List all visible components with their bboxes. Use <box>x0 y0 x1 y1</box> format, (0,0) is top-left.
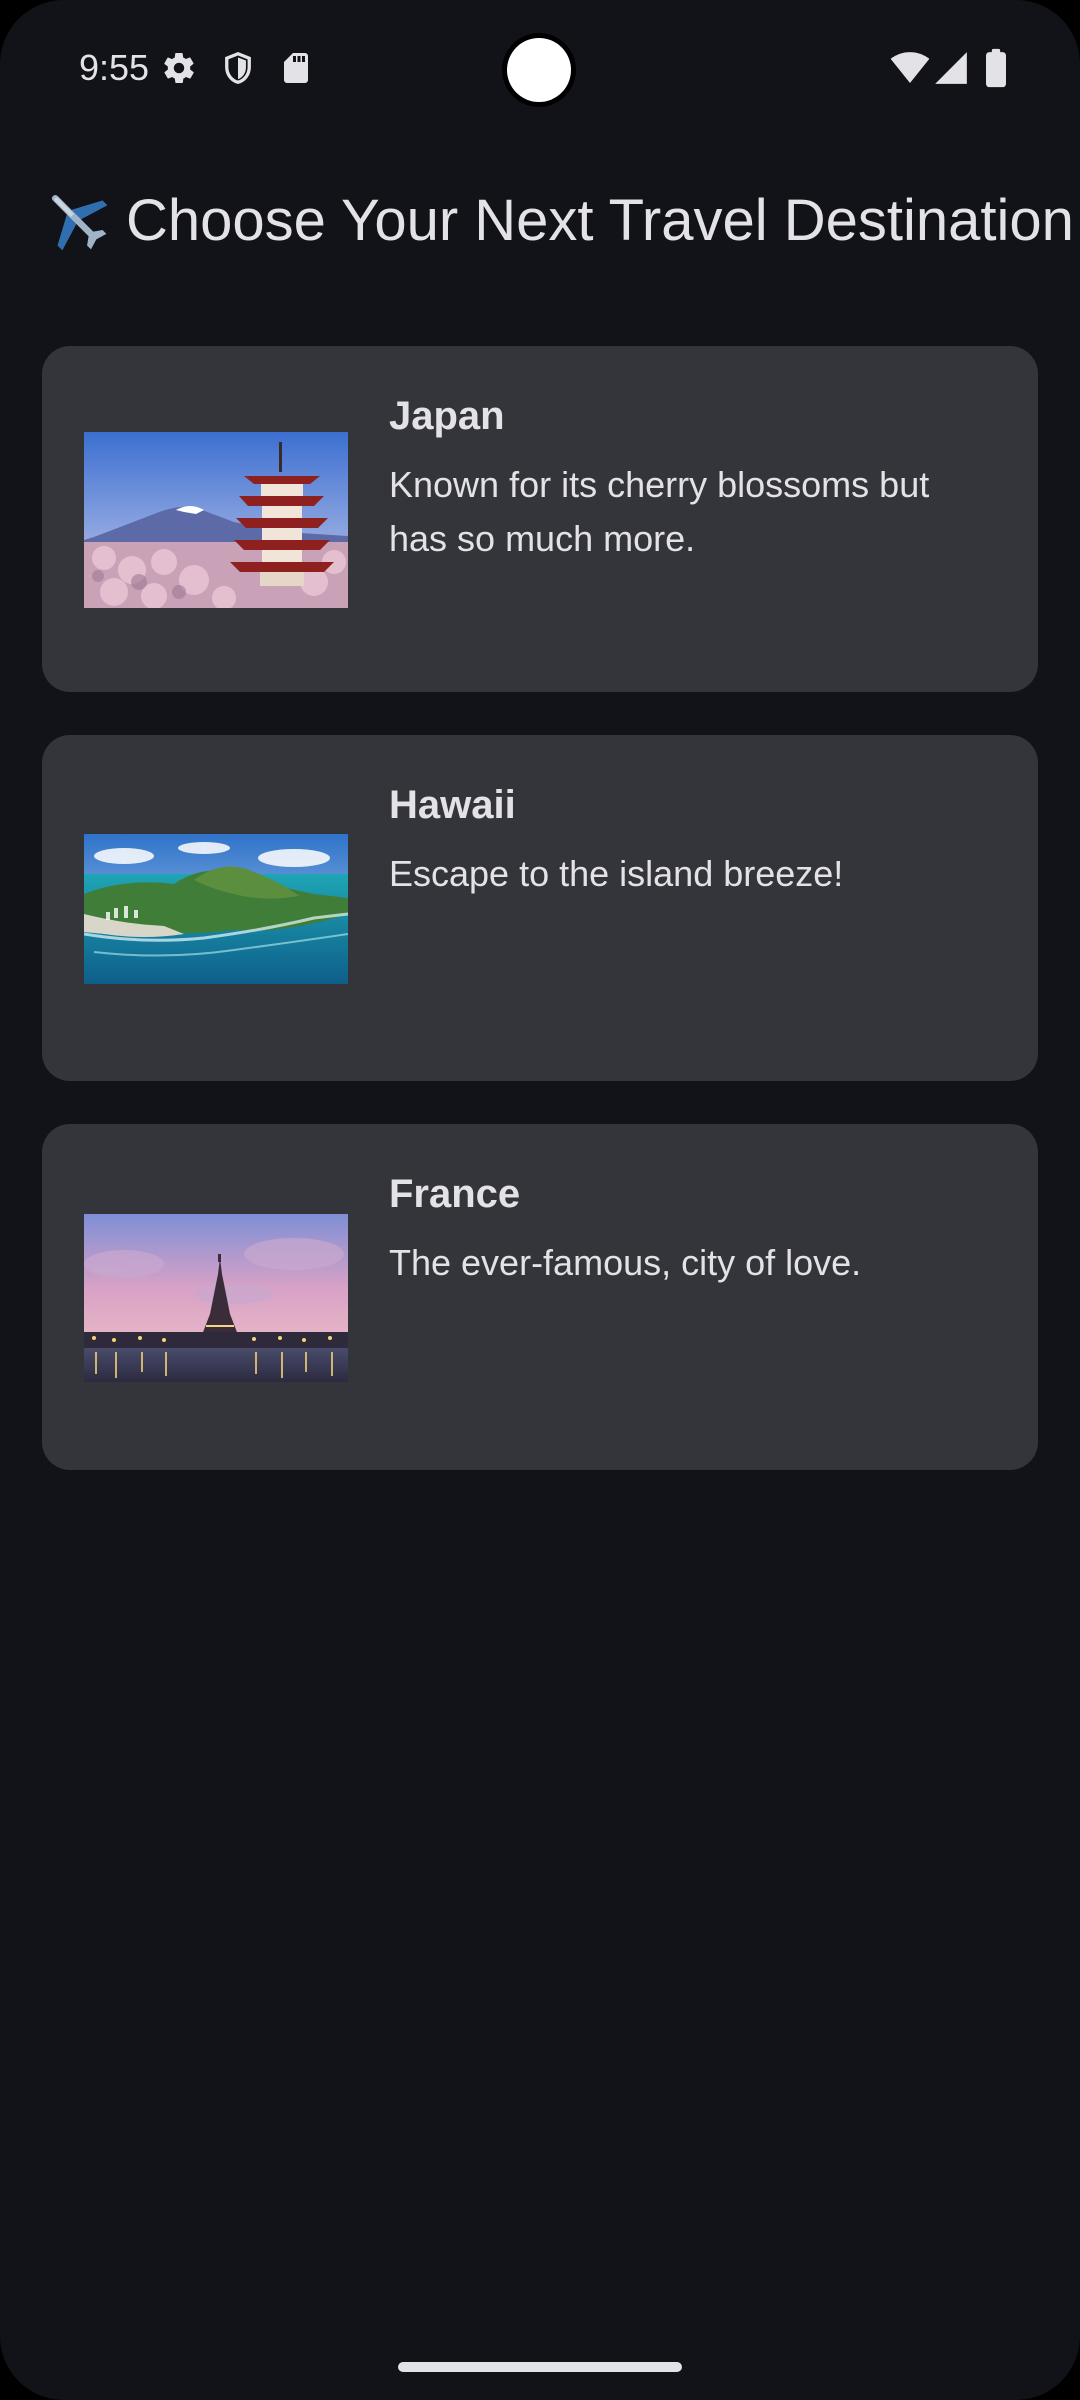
settings-gear-icon <box>161 50 197 86</box>
page-title: Choose Your Next Travel Destination <box>42 180 1074 260</box>
airplane-icon <box>42 185 112 255</box>
sd-card-icon <box>278 50 314 86</box>
status-clock: 9:55 <box>79 47 150 88</box>
cell-signal-icon <box>932 49 970 87</box>
gesture-home-indicator[interactable] <box>398 2362 682 2372</box>
japan-image <box>84 432 348 608</box>
app-screen: 9:55 Choose Your Next Travel Destination… <box>0 0 1080 2400</box>
destination-card-france[interactable]: France The ever-famous, city of love. <box>42 1124 1038 1470</box>
destination-card-hawaii[interactable]: Hawaii Escape to the island breeze! <box>42 735 1038 1081</box>
battery-icon <box>982 48 1010 88</box>
shield-icon <box>220 50 256 86</box>
wifi-icon <box>890 48 930 88</box>
france-image <box>84 1214 348 1382</box>
destination-description: Known for its cherry blossoms but has so… <box>389 464 930 559</box>
destination-description: Escape to the island breeze! <box>389 853 844 894</box>
destination-title: Hawaii <box>389 783 516 827</box>
destination-card-japan[interactable]: Japan Known for its cherry blossoms but … <box>42 346 1038 692</box>
front-camera <box>507 38 571 102</box>
destination-title: France <box>389 1172 521 1216</box>
page-title-text: Choose Your Next Travel Destination <box>126 187 1074 253</box>
destination-title: Japan <box>389 394 505 438</box>
hawaii-image <box>84 834 348 984</box>
status-bar: 9:55 <box>0 0 1080 136</box>
destination-description: The ever-famous, city of love. <box>389 1242 862 1283</box>
